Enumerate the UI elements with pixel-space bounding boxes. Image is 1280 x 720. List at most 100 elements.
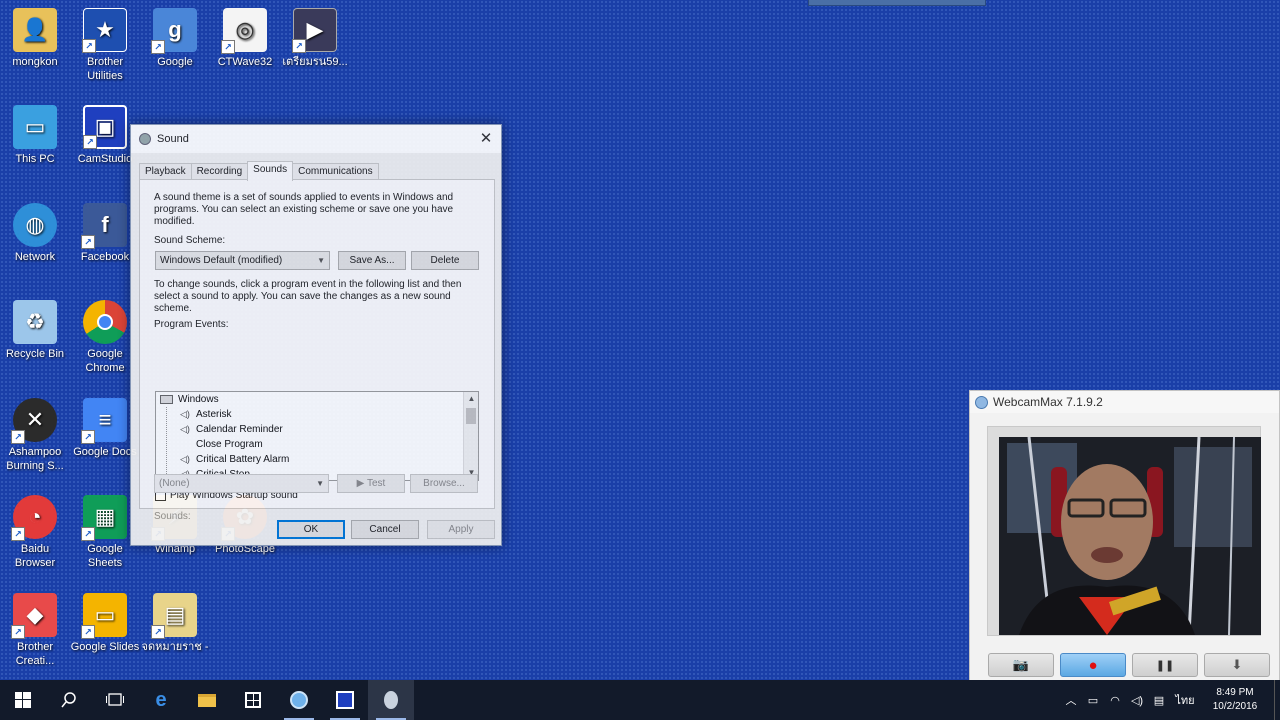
taskbar-store[interactable] [230,680,276,720]
close-button[interactable]: ✕ [477,130,495,148]
scroll-thumb[interactable] [466,408,476,424]
list-item[interactable]: ◁) Asterisk [156,407,478,422]
chrome-icon [83,300,127,344]
desktop-icon-mongkon[interactable]: 👤 mongkon [0,8,70,69]
instructions-text: To change sounds, click a program event … [154,279,462,314]
list-item[interactable]: ◁) Critical Battery Alarm [156,452,478,467]
desktop-icon-recycle-bin[interactable]: ♻ Recycle Bin [0,300,70,361]
program-events-label: Program Events: [154,319,229,330]
pause-icon: ❚❚ [1155,659,1175,672]
desktop-icon-label: This PC [15,153,55,165]
windows-logo-icon [15,692,31,708]
network-icon: ◍ [13,203,57,247]
webcam-icon [290,691,308,709]
list-item[interactable]: Close Program [156,437,478,452]
start-button[interactable] [0,680,46,720]
record-button[interactable]: ● [1060,653,1126,677]
delete-button[interactable]: Delete [411,251,479,270]
volume-icon[interactable]: ◁) [1126,694,1148,707]
sound-scheme-value: Windows Default (modified) [160,255,283,266]
taskbar-edge[interactable]: e [138,680,184,720]
search-button[interactable] [46,680,92,720]
intro-text: A sound theme is a set of sounds applied… [154,192,454,227]
desktop-icon-label: CTWave32 [217,56,273,68]
taskbar-sound[interactable] [368,680,414,720]
taskbar-file-explorer[interactable] [184,680,230,720]
scheme-label: Sound Scheme: [154,235,226,246]
task-view-button[interactable] [92,680,138,720]
apply-button[interactable]: Apply [427,520,495,539]
wifi-icon[interactable]: ◠ [1104,694,1126,707]
google-slides-icon: ▭ [81,593,127,639]
sound-dialog-titlebar[interactable]: Sound ✕ [131,125,501,153]
desktop-icon-label: Network [14,251,56,263]
list-item-windows[interactable]: Windows [156,392,478,407]
ctwave-icon: ◎ [221,8,267,54]
desktop-icon-brother-utilities[interactable]: ★ Brother Utilities [70,8,140,83]
desktop-icon-google[interactable]: g Google [140,8,210,69]
webcammax-titlebar[interactable]: WebcamMax 7.1.9.2 [970,391,1279,413]
chevron-down-icon: ▼ [317,256,325,265]
desktop-icon-network[interactable]: ◍ Network [0,203,70,264]
tab-playback[interactable]: Playback [139,163,192,180]
test-button[interactable]: ▶ Test [337,474,405,493]
video-thumbnail-icon: ▶ [292,8,337,53]
desktop-icon-ashampoo[interactable]: ✕ Ashampoo Burning S... [0,398,70,473]
tab-recording[interactable]: Recording [190,163,249,180]
chevron-up-icon[interactable]: ︿ [1060,692,1082,708]
video-frame [987,426,1261,636]
record-icon: ● [1088,656,1098,674]
desktop-icon-brother-creative[interactable]: ◆ Brother Creati... [0,593,70,668]
taskbar-camstudio[interactable] [322,680,368,720]
desktop-icon-video[interactable]: ▶ เตรียมรน59... [280,8,350,69]
desktop-icon-label: Recycle Bin [5,348,65,360]
sound-scheme-select[interactable]: Windows Default (modified) ▼ [155,251,330,270]
google-icon: g [151,8,197,54]
scroll-up-icon[interactable]: ▲ [464,392,478,406]
facebook-icon: f [81,203,127,249]
clock-date: 10/2/2016 [1212,701,1258,712]
desktop-icon-label: จดหมายราช - [141,641,209,653]
sounds-tab-panel: A sound theme is a set of sounds applied… [139,179,495,522]
sounds-select[interactable]: (None) ▼ [154,474,329,493]
desktop-icon-baidu-browser[interactable]: ◔ Baidu Browser [0,495,70,570]
battery-icon[interactable]: ▭ [1082,694,1104,707]
list-item[interactable]: ◁) Calendar Reminder [156,422,478,437]
brother-creative-icon: ◆ [11,593,57,639]
events-scrollbar[interactable]: ▲ ▼ [463,392,478,480]
desktop-icon-document[interactable]: ▤ จดหมายราช - [140,593,210,654]
program-events-list[interactable]: Windows ◁) Asterisk ◁) Calendar Reminder… [155,391,479,481]
desktop-icon-label: Brother Utilities [86,56,124,82]
clock[interactable]: 8:49 PM 10/2/2016 [1200,686,1270,714]
desktop-icon-ctwave32[interactable]: ◎ CTWave32 [210,8,280,69]
webcam-toolbar: 📷 ● ❚❚ ⬇ [988,653,1271,677]
desktop-icon-google-slides[interactable]: ▭ Google Slides [70,593,140,654]
show-desktop-button[interactable] [1274,680,1280,720]
tab-communications[interactable]: Communications [292,163,379,180]
webcam-scene [999,437,1261,635]
pause-button[interactable]: ❚❚ [1132,653,1198,677]
download-button[interactable]: ⬇ [1204,653,1270,677]
speaker-icon [384,691,398,709]
notification-icon[interactable]: ▤ [1148,694,1170,707]
snapshot-button[interactable]: 📷 [988,653,1054,677]
desktop-icon-label: mongkon [12,56,58,68]
cancel-button[interactable]: Cancel [351,520,419,539]
desktop-icon-label: Brother Creati... [15,641,55,667]
clock-time: 8:49 PM [1216,687,1254,698]
speaker-icon: ◁) [180,424,190,434]
download-icon: ⬇ [1231,657,1243,672]
tab-bar: Playback Recording Sounds Communications [139,161,379,181]
desktop-icon-this-pc[interactable]: ▭ This PC [0,105,70,166]
ok-button[interactable]: OK [277,520,345,539]
tab-sounds[interactable]: Sounds [247,161,294,181]
browse-button[interactable]: Browse... [410,474,478,493]
sounds-value: (None) [159,478,190,489]
top-window-edge [808,0,986,6]
save-as-button[interactable]: Save As... [338,251,406,270]
language-indicator[interactable]: ไทย [1170,691,1200,709]
camstudio-icon: ▣ [83,105,127,149]
webcam-preview [999,437,1261,635]
taskbar-webcammax[interactable] [276,680,322,720]
taskbar: e ︿ ▭ ◠ ◁) ▤ ไทย 8:49 PM 10/2/2016 [0,680,1280,720]
